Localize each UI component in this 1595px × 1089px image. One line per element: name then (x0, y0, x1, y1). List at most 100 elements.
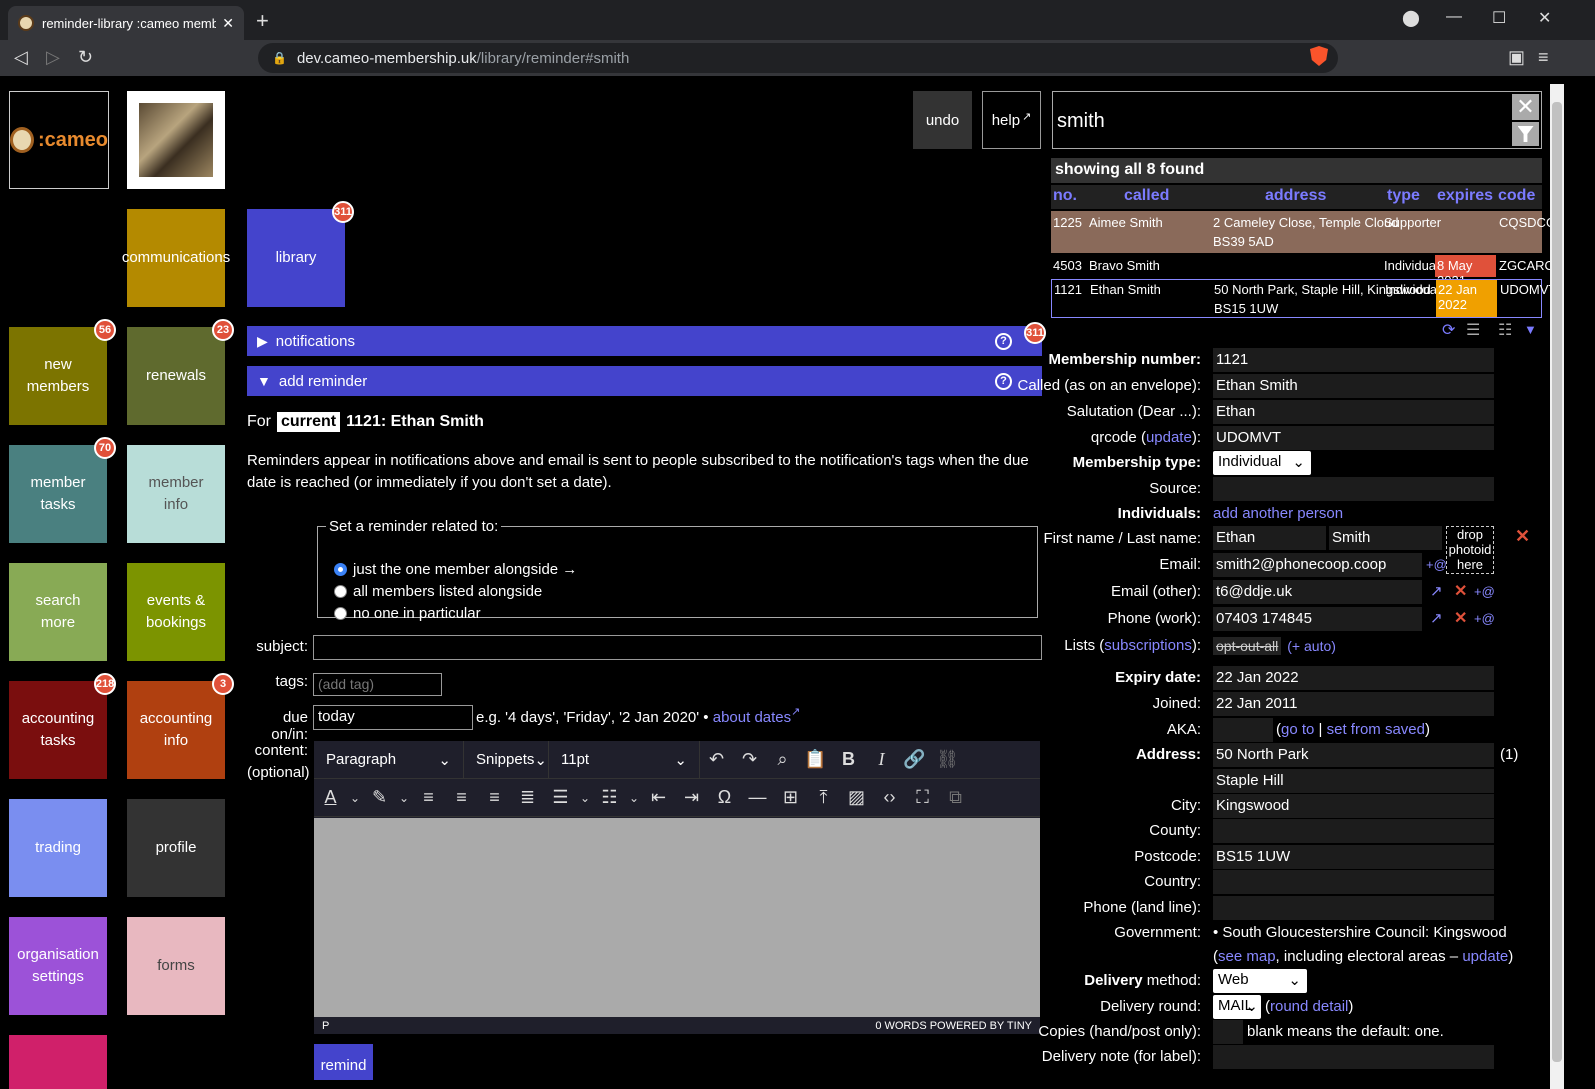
tile-member-tasks[interactable]: member tasks (9, 445, 107, 543)
bold-icon[interactable]: B (832, 749, 865, 770)
horizontal-rule-icon[interactable]: — (741, 787, 774, 808)
first-name-field[interactable]: Ethan (1213, 526, 1326, 550)
align-right-icon[interactable]: ≡ (478, 787, 511, 808)
tile-forms[interactable]: forms (127, 917, 225, 1015)
table-icon[interactable]: ⊞ (774, 787, 807, 808)
county-field[interactable] (1213, 819, 1494, 843)
chevron-down-icon[interactable]: ⌄ (347, 791, 363, 805)
about-dates-link[interactable]: about dates (713, 709, 791, 726)
back-icon[interactable]: ◁ (14, 47, 28, 68)
remind-button[interactable]: remind (314, 1044, 373, 1080)
notifications-section[interactable]: ▶ notifications ? (247, 326, 1042, 356)
postcode-field[interactable]: BS15 1UW (1213, 845, 1494, 869)
optout-tag[interactable]: opt-out-all (1213, 637, 1282, 655)
wallet-icon[interactable]: ▣ (1508, 47, 1525, 68)
tile-renewals[interactable]: renewals (127, 327, 225, 425)
add-email-icon[interactable]: +@ (1474, 584, 1495, 599)
subject-input[interactable] (313, 635, 1042, 660)
city-field[interactable]: Kingswood (1213, 794, 1494, 818)
last-name-field[interactable]: Smith (1329, 526, 1442, 550)
add-email-icon[interactable]: +@ (1426, 557, 1447, 572)
tile-organisation-settings[interactable]: organisation settings (9, 917, 107, 1015)
forward-icon[interactable]: ▷ (46, 47, 60, 68)
email-field[interactable]: smith2@phonecoop.coop (1213, 553, 1422, 577)
upload-icon[interactable]: ⤒ (807, 787, 840, 808)
expiry-field[interactable]: 22 Jan 2022 (1213, 666, 1494, 690)
col-expires[interactable]: expires (1437, 187, 1493, 205)
due-input[interactable]: today (313, 705, 473, 730)
open-email-icon[interactable]: ↗ (1430, 582, 1443, 600)
table-row[interactable]: 4503 Bravo Smith Individual 8 May 2021 Z… (1051, 255, 1555, 288)
refresh-icon[interactable]: ⟳ (1442, 320, 1455, 340)
link-icon[interactable]: 🔗 (898, 749, 931, 770)
tags-input[interactable]: (add tag) (313, 673, 442, 696)
scrollbar-thumb[interactable] (1552, 102, 1562, 1062)
called-field[interactable]: Ethan Smith (1213, 374, 1494, 398)
paste-icon[interactable]: 📋 (799, 749, 832, 770)
tile-events-bookings[interactable]: events & bookings (127, 563, 225, 661)
clear-search-icon[interactable]: ✕ (1512, 94, 1539, 120)
tile-partial[interactable] (9, 1035, 107, 1089)
country-field[interactable] (1213, 870, 1494, 894)
add-person-link[interactable]: add another person (1213, 505, 1343, 522)
browser-tab[interactable]: reminder-library :cameo member ✕ (8, 6, 244, 40)
outdent-icon[interactable]: ⇤ (642, 787, 675, 808)
numbered-list-icon[interactable]: ☷ (593, 787, 626, 808)
membership-number-field[interactable]: 1121 (1213, 348, 1494, 372)
bullet-list-icon[interactable]: ☰ (544, 787, 577, 808)
aka-field[interactable] (1213, 718, 1273, 742)
menu-icon[interactable]: ≡ (1538, 47, 1549, 68)
organisation-portrait[interactable] (127, 91, 225, 189)
indent-icon[interactable]: ⇥ (675, 787, 708, 808)
block-format-select[interactable]: Paragraph ⌄ (314, 740, 464, 779)
phone-land-field[interactable] (1213, 896, 1494, 920)
tile-trading[interactable]: trading (9, 799, 107, 897)
address-line1-field[interactable]: 50 North Park (1213, 743, 1494, 767)
col-no[interactable]: no. (1053, 187, 1077, 205)
chevron-down-icon[interactable]: ⌄ (626, 791, 642, 805)
chevron-down-icon[interactable]: ⌄ (577, 791, 593, 805)
snippets-select[interactable]: Snippets ⌄ (464, 740, 549, 779)
email-other-field[interactable]: t6@ddje.uk (1213, 580, 1422, 604)
tile-communications[interactable]: communications (122, 209, 230, 307)
help-icon[interactable]: ? (995, 332, 1012, 350)
tile-profile[interactable]: profile (127, 799, 225, 897)
aka-goto-link[interactable]: go to (1281, 721, 1314, 738)
remove-person-icon[interactable]: ✕ (1515, 526, 1530, 547)
maximize-icon[interactable]: ☐ (1492, 8, 1506, 28)
help-icon[interactable]: ? (995, 372, 1012, 390)
search-input[interactable]: smith (1052, 91, 1542, 149)
tile-library[interactable]: library (247, 209, 345, 307)
fullscreen-icon[interactable]: ⛶ (906, 787, 939, 808)
cameo-logo[interactable]: :cameo (9, 91, 109, 189)
code-icon[interactable]: ‹› (873, 787, 906, 808)
round-detail-link[interactable]: round detail (1270, 998, 1348, 1015)
reload-icon[interactable]: ↻ (78, 47, 93, 68)
col-called[interactable]: called (1124, 187, 1169, 205)
col-code[interactable]: code (1498, 187, 1535, 205)
tile-search-more[interactable]: search more (9, 563, 107, 661)
dropdown-icon[interactable]: ▼ (1524, 322, 1537, 337)
table-row[interactable]: 1225 Aimee Smith 2 Cameley Close, Temple… (1051, 211, 1556, 253)
new-tab-icon[interactable]: + (256, 8, 269, 34)
add-reminder-section[interactable]: ▼ add reminder ? (247, 366, 1042, 396)
radio-one-member[interactable]: just the one member alongside → (334, 561, 577, 578)
help-external-icon[interactable]: ⧉ (939, 787, 972, 808)
close-window-icon[interactable]: ✕ (1538, 8, 1551, 28)
italic-icon[interactable]: I (865, 749, 898, 770)
phone-work-field[interactable]: 07403 174845 (1213, 607, 1422, 631)
see-map-link[interactable]: see map (1218, 948, 1276, 965)
gov-update-link[interactable]: update (1462, 948, 1508, 965)
photo-drop-zone[interactable]: drop photoid here (1446, 526, 1494, 574)
page-scrollbar[interactable] (1550, 84, 1564, 1089)
tile-accounting-tasks[interactable]: accounting tasks (9, 681, 107, 779)
collapse-rows-icon[interactable]: ☰ (1466, 320, 1480, 340)
qrcode-field[interactable]: UDOMVT (1213, 426, 1494, 450)
expand-rows-icon[interactable]: ☷ (1498, 320, 1512, 340)
membership-type-select[interactable]: Individual ⌄ (1213, 451, 1311, 475)
text-color-icon[interactable]: A (314, 787, 347, 808)
minimize-icon[interactable]: — (1446, 8, 1462, 26)
col-type[interactable]: type (1387, 187, 1420, 205)
table-row-selected[interactable]: 1121 Ethan Smith 50 North Park, Staple H… (1051, 279, 1556, 318)
col-address[interactable]: address (1265, 187, 1326, 205)
